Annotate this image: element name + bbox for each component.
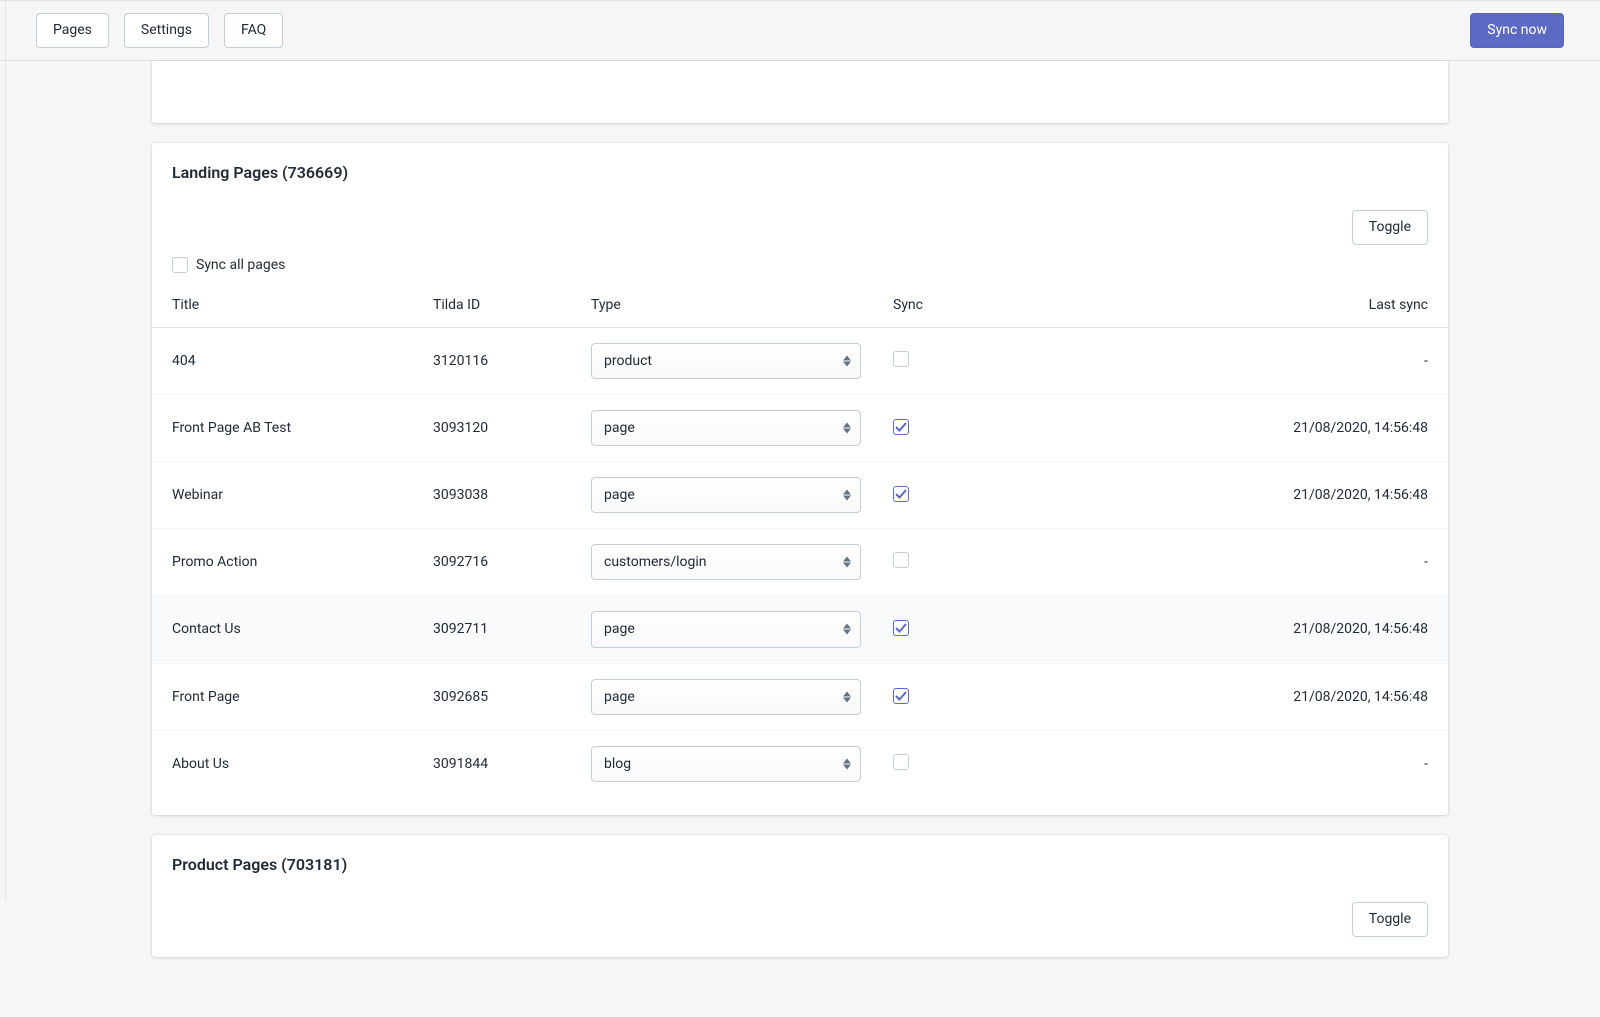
col-tilda-id: Tilda ID bbox=[417, 283, 575, 328]
table-row: Promo Action3092716 customers/login - bbox=[152, 529, 1448, 596]
cell-title: Contact Us bbox=[152, 596, 417, 663]
cell-sync bbox=[877, 327, 983, 394]
toggle-button[interactable]: Toggle bbox=[1352, 902, 1428, 937]
cell-type: page bbox=[575, 663, 877, 730]
cell-title: About Us bbox=[152, 730, 417, 797]
sync-checkbox[interactable] bbox=[893, 419, 909, 435]
left-edge-divider bbox=[5, 0, 6, 900]
cell-title: Front Page bbox=[152, 663, 417, 730]
table-row: Front Page AB Test3093120 page 21/08/2020,… bbox=[152, 394, 1448, 461]
topbar-left: Pages Settings FAQ bbox=[36, 13, 283, 48]
table-row: Contact Us3092711 page 21/08/2020, 14:56:4… bbox=[152, 596, 1448, 663]
cell-type: page bbox=[575, 461, 877, 528]
table-row: Front Page3092685 page 21/08/2020, 14:56:4… bbox=[152, 663, 1448, 730]
type-select[interactable]: page bbox=[591, 477, 861, 513]
cell-type: customers/login bbox=[575, 529, 877, 596]
col-sync: Sync bbox=[877, 283, 983, 328]
main-content: Landing Pages (736669) Toggle Sync all p… bbox=[0, 61, 1600, 1017]
cell-title: Front Page AB Test bbox=[152, 394, 417, 461]
tab-settings[interactable]: Settings bbox=[124, 13, 209, 48]
cell-tilda-id: 3120116 bbox=[417, 327, 575, 394]
sync-checkbox[interactable] bbox=[893, 688, 909, 704]
table-row: Webinar3093038 page 21/08/2020, 14:56:48 bbox=[152, 461, 1448, 528]
cell-sync bbox=[877, 394, 983, 461]
table-header-row: Title Tilda ID Type Sync Last sync bbox=[152, 283, 1448, 328]
cell-title: Webinar bbox=[152, 461, 417, 528]
cell-tilda-id: 3093038 bbox=[417, 461, 575, 528]
type-select[interactable]: customers/login bbox=[591, 544, 861, 580]
cell-tilda-id: 3093120 bbox=[417, 394, 575, 461]
table-row: 4043120116 product - bbox=[152, 327, 1448, 394]
type-select[interactable]: blog bbox=[591, 746, 861, 782]
cell-sync bbox=[877, 663, 983, 730]
cell-sync bbox=[877, 461, 983, 528]
sync-all-checkbox[interactable] bbox=[172, 257, 188, 273]
cell-sync bbox=[877, 730, 983, 797]
cell-last-sync: 21/08/2020, 14:56:48 bbox=[983, 394, 1448, 461]
cell-tilda-id: 3091844 bbox=[417, 730, 575, 797]
cell-sync bbox=[877, 529, 983, 596]
table-row: About Us3091844 blog - bbox=[152, 730, 1448, 797]
cell-type: blog bbox=[575, 730, 877, 797]
type-select[interactable]: page bbox=[591, 679, 861, 715]
cell-last-sync: 21/08/2020, 14:56:48 bbox=[983, 596, 1448, 663]
previous-card-stub bbox=[152, 61, 1448, 123]
cell-type: page bbox=[575, 394, 877, 461]
topbar: Pages Settings FAQ Sync now bbox=[0, 0, 1600, 61]
cell-last-sync: - bbox=[983, 327, 1448, 394]
sync-all-row: Sync all pages bbox=[152, 245, 1448, 283]
type-select[interactable]: page bbox=[591, 611, 861, 647]
col-type: Type bbox=[575, 283, 877, 328]
cell-tilda-id: 3092685 bbox=[417, 663, 575, 730]
toggle-row: Toggle bbox=[152, 874, 1448, 957]
cell-last-sync: 21/08/2020, 14:56:48 bbox=[983, 663, 1448, 730]
cell-sync bbox=[877, 596, 983, 663]
col-title: Title bbox=[152, 283, 417, 328]
col-last-sync: Last sync bbox=[983, 283, 1448, 328]
sync-checkbox[interactable] bbox=[893, 351, 909, 367]
toggle-row: Toggle bbox=[152, 182, 1448, 245]
cell-title: Promo Action bbox=[152, 529, 417, 596]
cell-last-sync: - bbox=[983, 730, 1448, 797]
toggle-button[interactable]: Toggle bbox=[1352, 210, 1428, 245]
sync-checkbox[interactable] bbox=[893, 552, 909, 568]
cell-last-sync: - bbox=[983, 529, 1448, 596]
sync-checkbox[interactable] bbox=[893, 486, 909, 502]
cell-type: page bbox=[575, 596, 877, 663]
type-select[interactable]: page bbox=[591, 410, 861, 446]
landing-pages-card: Landing Pages (736669) Toggle Sync all p… bbox=[152, 143, 1448, 815]
product-pages-card: Product Pages (703181) Toggle bbox=[152, 835, 1448, 957]
cell-type: product bbox=[575, 327, 877, 394]
cell-title: 404 bbox=[152, 327, 417, 394]
tab-faq[interactable]: FAQ bbox=[224, 13, 283, 48]
sync-now-button[interactable]: Sync now bbox=[1470, 13, 1564, 48]
cell-tilda-id: 3092716 bbox=[417, 529, 575, 596]
type-select[interactable]: product bbox=[591, 343, 861, 379]
cell-last-sync: 21/08/2020, 14:56:48 bbox=[983, 461, 1448, 528]
pages-table: Title Tilda ID Type Sync Last sync 40431… bbox=[152, 283, 1448, 797]
sync-checkbox[interactable] bbox=[893, 620, 909, 636]
card-title: Landing Pages (736669) bbox=[152, 143, 1448, 182]
card-title: Product Pages (703181) bbox=[152, 835, 1448, 874]
tab-pages[interactable]: Pages bbox=[36, 13, 109, 48]
cell-tilda-id: 3092711 bbox=[417, 596, 575, 663]
sync-checkbox[interactable] bbox=[893, 754, 909, 770]
sync-all-label: Sync all pages bbox=[196, 257, 285, 273]
